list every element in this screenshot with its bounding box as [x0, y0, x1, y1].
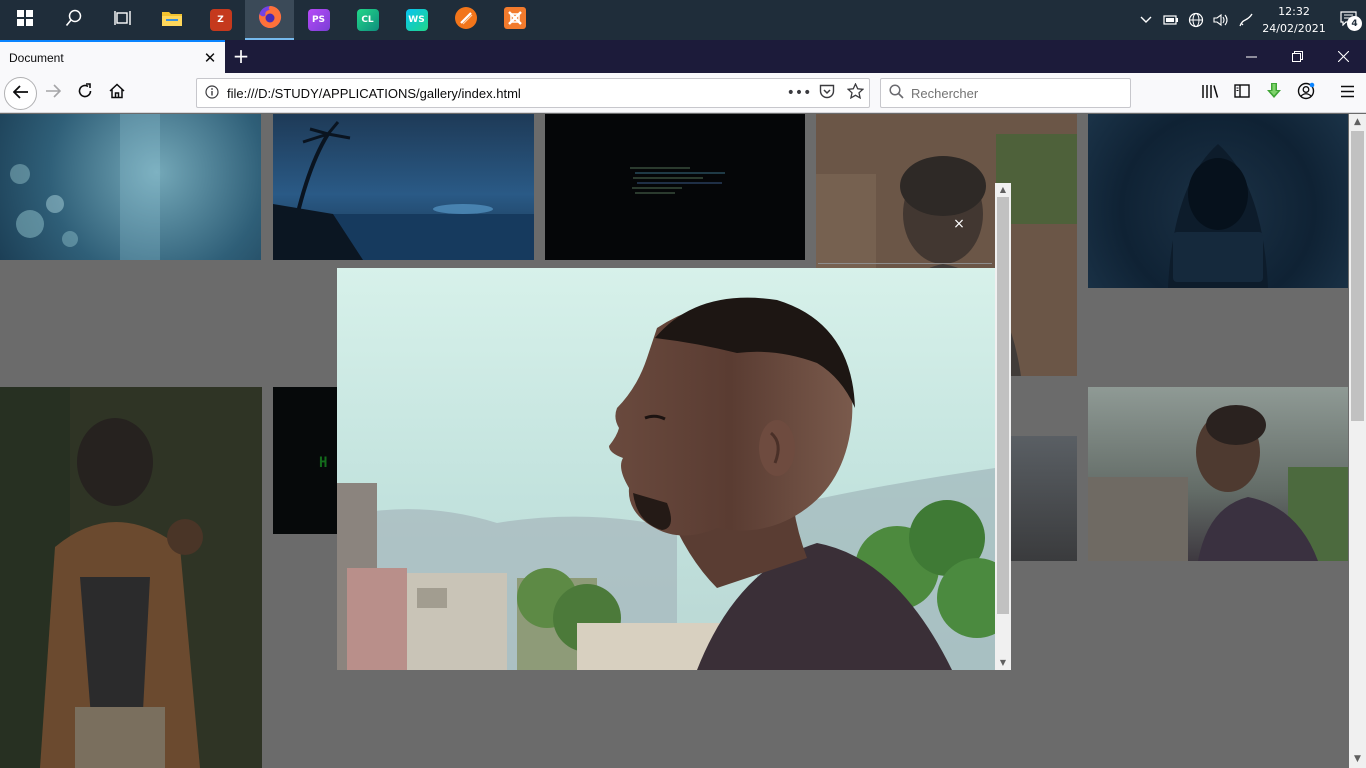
filezilla-icon: Z	[209, 9, 232, 31]
sublime-icon	[454, 6, 478, 34]
modal-scroll-thumb[interactable]	[997, 197, 1009, 614]
taskbar-app-phpstorm[interactable]: PS	[294, 0, 343, 40]
chevron-up-icon[interactable]	[1133, 0, 1158, 40]
hamburger-menu-icon	[1340, 84, 1355, 102]
phpstorm-icon: PS	[307, 9, 330, 31]
bookmark-star-icon[interactable]	[841, 82, 869, 103]
pen-ink-icon[interactable]	[1233, 0, 1258, 40]
gallery-thumb-profile-small[interactable]	[1088, 387, 1348, 561]
arrow-left-icon	[12, 84, 29, 104]
page-scroll-down-icon[interactable]: ▼	[1349, 751, 1366, 768]
page-actions-icon[interactable]: •••	[785, 85, 813, 101]
sidebar-icon	[1234, 84, 1250, 102]
taskbar-app-xampp[interactable]	[490, 0, 539, 40]
windows-taskbar: Z PS CL WS 12:32 24/02/2021 4	[0, 0, 1366, 40]
download-extension-button[interactable]	[1259, 79, 1289, 107]
taskbar-search-button[interactable]	[49, 0, 98, 40]
tab-close-icon[interactable]: ✕	[195, 49, 225, 67]
battery-icon[interactable]	[1158, 0, 1183, 40]
scroll-down-arrow-icon[interactable]: ▼	[995, 656, 1011, 670]
close-window-button[interactable]	[1320, 40, 1366, 73]
browser-tab-strip: Document ✕ +	[0, 40, 1366, 73]
page-scrollbar[interactable]: ▲ ▼	[1349, 114, 1366, 768]
taskbar-app-clion[interactable]: CL	[343, 0, 392, 40]
download-arrow-icon	[1265, 82, 1283, 104]
url-text[interactable]: file:///D:/STUDY/APPLICATIONS/gallery/in…	[227, 86, 785, 101]
modal-image-profile-portrait	[337, 268, 995, 670]
account-avatar-icon	[1297, 82, 1315, 104]
modal-close-button[interactable]: ×	[950, 215, 968, 233]
account-button[interactable]	[1291, 79, 1321, 107]
navigation-toolbar: file:///D:/STUDY/APPLICATIONS/gallery/in…	[0, 73, 1366, 113]
tab-title: Document	[9, 50, 64, 65]
library-button[interactable]	[1195, 79, 1225, 107]
task-view-button[interactable]	[98, 0, 147, 40]
minimize-button[interactable]	[1228, 40, 1274, 73]
webstorm-icon: WS	[405, 9, 428, 31]
clock-time: 12:32	[1278, 5, 1310, 18]
firefox-icon	[258, 5, 282, 33]
search-bar[interactable]	[880, 78, 1131, 108]
search-input[interactable]	[911, 85, 1130, 101]
menu-button[interactable]	[1332, 79, 1362, 107]
clion-icon: CL	[356, 9, 379, 31]
taskbar-app-file-explorer[interactable]	[147, 0, 196, 40]
arrow-right-icon	[45, 83, 62, 103]
globe-network-icon[interactable]	[1183, 0, 1208, 40]
home-button[interactable]	[102, 79, 132, 107]
page-scroll-up-icon[interactable]: ▲	[1349, 114, 1366, 131]
reload-icon	[77, 82, 93, 104]
back-button[interactable]	[4, 77, 37, 110]
system-tray: 12:32 24/02/2021 4	[1133, 0, 1366, 40]
home-icon	[109, 82, 125, 104]
svg-text:H: H	[319, 455, 327, 471]
gallery-thumb-hacker[interactable]	[1088, 114, 1348, 288]
library-icon	[1201, 84, 1219, 103]
forward-button[interactable]	[38, 79, 68, 107]
gallery-thumb-beach-night[interactable]	[273, 114, 534, 261]
taskbar-app-sublime[interactable]	[441, 0, 490, 40]
gallery-thumb-code-screen[interactable]	[545, 114, 805, 260]
gallery-thumb-bokeh[interactable]	[0, 114, 261, 260]
taskbar-app-filezilla[interactable]: Z	[196, 0, 245, 40]
search-icon	[65, 9, 83, 31]
pocket-icon[interactable]	[813, 84, 841, 103]
gallery-thumb-matrix-text[interactable]: H	[273, 387, 337, 534]
gallery-thumb-hidden[interactable]	[1011, 436, 1077, 561]
volume-icon[interactable]	[1208, 0, 1233, 40]
tab-document[interactable]: Document ✕	[0, 40, 225, 73]
info-icon[interactable]	[197, 84, 227, 102]
action-center-button[interactable]: 4	[1330, 0, 1366, 40]
scroll-up-arrow-icon[interactable]: ▲	[995, 183, 1011, 197]
taskbar-app-webstorm[interactable]: WS	[392, 0, 441, 40]
new-tab-button[interactable]: +	[229, 44, 253, 68]
page-scroll-thumb[interactable]	[1351, 131, 1364, 421]
modal-scrollbar[interactable]: ▲ ▼	[995, 183, 1011, 670]
xampp-icon	[503, 6, 527, 34]
taskbar-app-firefox[interactable]	[245, 0, 294, 40]
reload-button[interactable]	[70, 79, 100, 107]
modal-header-divider	[818, 263, 992, 264]
gallery-thumb-hoodie-man[interactable]	[0, 387, 262, 768]
folder-icon	[161, 9, 183, 31]
notification-count-badge: 4	[1347, 16, 1362, 31]
start-button[interactable]	[0, 0, 49, 40]
system-clock[interactable]: 12:32 24/02/2021	[1258, 3, 1330, 37]
sidebar-toggle-button[interactable]	[1227, 79, 1257, 107]
windows-logo-icon	[16, 10, 33, 30]
task-view-icon	[113, 10, 132, 30]
restore-button[interactable]	[1274, 40, 1320, 73]
clock-date: 24/02/2021	[1262, 22, 1326, 35]
address-bar[interactable]: file:///D:/STUDY/APPLICATIONS/gallery/in…	[196, 78, 870, 108]
search-icon	[881, 83, 911, 103]
